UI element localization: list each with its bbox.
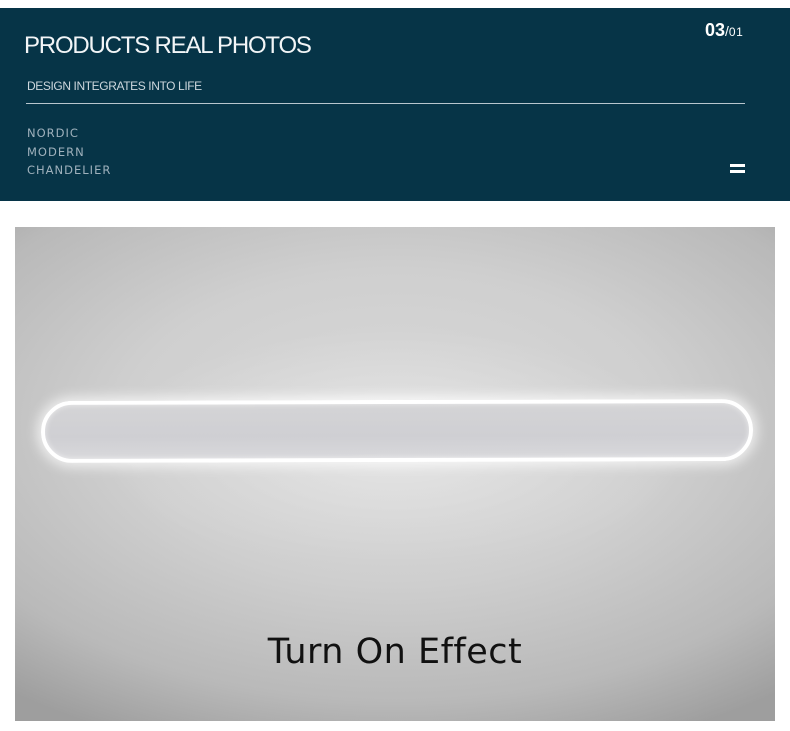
- header-banner: PRODUCTS REAL PHOTOS 03/01 DESIGN INTEGR…: [0, 8, 790, 201]
- page-title: PRODUCTS REAL PHOTOS: [24, 32, 312, 59]
- wall-lamp: [40, 399, 754, 463]
- page-total: 01: [728, 25, 744, 39]
- tagline-line: MODERN: [27, 144, 85, 159]
- menu-icon[interactable]: [730, 164, 745, 174]
- tagline: NORDIC MODERN CHANDELIER: [27, 124, 111, 180]
- product-photo: Turn On Effect: [15, 227, 775, 721]
- divider: [26, 103, 745, 104]
- photo-caption: Turn On Effect: [267, 632, 523, 672]
- page-indicator: 03/01: [705, 20, 743, 41]
- tagline-line: NORDIC: [27, 126, 79, 140]
- tagline-line: CHANDELIER: [27, 163, 112, 177]
- banner-subtitle: DESIGN INTEGRATES INTO LIFE: [27, 79, 202, 93]
- page-current: 03: [705, 20, 726, 40]
